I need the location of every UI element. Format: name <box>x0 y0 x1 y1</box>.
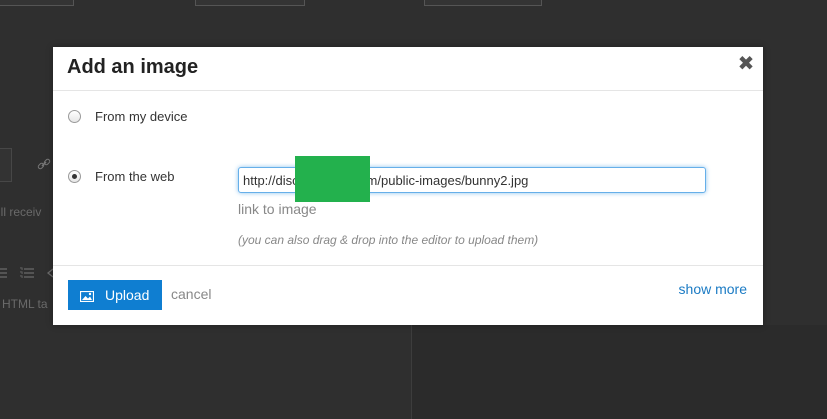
bg-top-box <box>0 0 74 6</box>
radio-from-web[interactable] <box>68 170 81 183</box>
cancel-link[interactable]: cancel <box>171 286 211 302</box>
dialog-title: Add an image <box>67 56 199 78</box>
bg-numbered-list-icon <box>20 267 34 281</box>
radio-from-device[interactable] <box>68 110 81 123</box>
drag-drop-note: (you can also drag & drop into the edito… <box>238 233 539 247</box>
close-icon[interactable]: ✖ <box>737 54 755 74</box>
link-to-image-hint: link to image <box>238 201 317 217</box>
bg-list-icon <box>0 267 7 281</box>
bg-preview-panel <box>412 325 827 419</box>
option-label-from-device[interactable]: From my device <box>95 109 187 124</box>
add-image-dialog: Add an image ✖ From my device From the w… <box>53 47 763 325</box>
bg-link-icon <box>37 157 51 171</box>
bg-top-box <box>195 0 305 6</box>
upload-button-label: Upload <box>105 287 150 303</box>
dialog-header: Add an image ✖ <box>53 47 763 91</box>
bg-editor-text: ill receiv <box>0 205 42 219</box>
dialog-footer: Upload cancel show more <box>53 265 763 326</box>
upload-button[interactable]: Upload <box>68 280 162 310</box>
option-label-from-web[interactable]: From the web <box>95 169 174 184</box>
show-more-link[interactable]: show more <box>679 281 747 297</box>
bg-top-box <box>424 0 542 6</box>
bg-editor-text: HTML ta <box>2 297 48 311</box>
image-icon <box>79 289 95 303</box>
redaction-block <box>295 156 370 202</box>
bg-toolbar-button <box>0 148 12 182</box>
